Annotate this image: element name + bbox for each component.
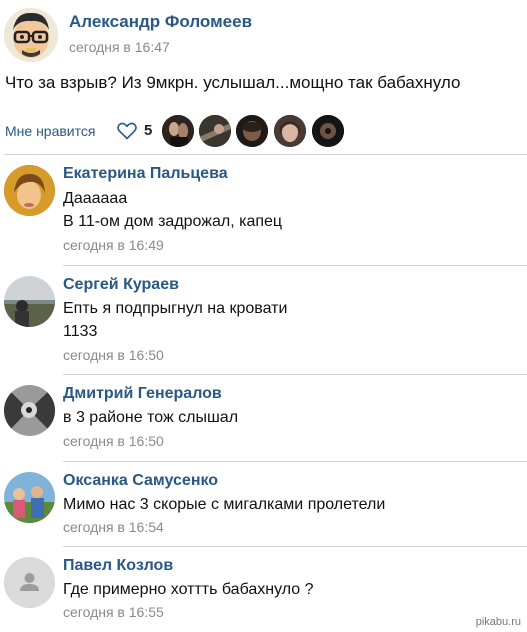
comment-author[interactable]: Сергей Кураев bbox=[63, 276, 179, 294]
liker-photo-icon bbox=[162, 115, 194, 147]
comment-text-line: Епть я подпрыгнул на кровати bbox=[63, 300, 288, 317]
comment-text-line: 1133 bbox=[63, 323, 98, 340]
likes-row: Мне нравится 5 bbox=[4, 115, 524, 151]
post-text: Что за взрыв? Из 9мкрн. услышал...мощно … bbox=[5, 73, 461, 92]
photo-avatar-bw-icon bbox=[4, 385, 55, 436]
comment-text-line: Мимо нас 3 скорые с мигалками пролетели bbox=[63, 496, 386, 513]
comment-timestamp[interactable]: сегодня в 16:49 bbox=[63, 237, 164, 253]
liker-avatar[interactable] bbox=[162, 115, 194, 147]
comment-author[interactable]: Дмитрий Генералов bbox=[63, 385, 222, 403]
comment-timestamp[interactable]: сегодня в 16:54 bbox=[63, 519, 164, 535]
photo-avatar-landscape-icon bbox=[4, 276, 55, 327]
like-button[interactable]: Мне нравится bbox=[5, 123, 95, 139]
likes-count: 5 bbox=[144, 122, 153, 139]
comment-text-line: В 11-ом дом задрожал, капец bbox=[63, 213, 283, 230]
liker-avatar[interactable] bbox=[199, 115, 231, 147]
commenter-avatar[interactable] bbox=[4, 472, 55, 523]
commenter-avatar[interactable] bbox=[4, 385, 55, 436]
commenter-avatar[interactable] bbox=[4, 165, 55, 216]
comment-item: Екатерина Пальцева Даааааа В 11-ом дом з… bbox=[0, 155, 527, 265]
cartoon-avatar-icon bbox=[4, 8, 58, 62]
comment-item: Павел Козлов Где примерно хоттть бабахну… bbox=[0, 547, 527, 632]
commenter-avatar[interactable] bbox=[4, 276, 55, 327]
liker-photo-icon bbox=[312, 115, 344, 147]
comment-text-line: в 3 районе тож слышал bbox=[63, 409, 239, 426]
liker-avatar[interactable] bbox=[312, 115, 344, 147]
comment-timestamp[interactable]: сегодня в 16:55 bbox=[63, 604, 164, 620]
photo-avatar-group-icon bbox=[4, 472, 55, 523]
default-user-icon bbox=[4, 557, 55, 608]
commenter-avatar[interactable] bbox=[4, 557, 55, 608]
photo-avatar-woman-icon bbox=[4, 165, 55, 216]
liker-avatar[interactable] bbox=[236, 115, 268, 147]
comment-item: Оксанка Самусенко Мимо нас 3 скорые с ми… bbox=[0, 462, 527, 546]
post-header: Александр Фоломеев сегодня в 16:47 bbox=[0, 0, 527, 66]
comment-text-line: Даааааа bbox=[63, 190, 128, 207]
comment-item: Дмитрий Генералов в 3 районе тож слышал … bbox=[0, 375, 527, 461]
liker-photo-icon bbox=[236, 115, 268, 147]
liker-avatar[interactable] bbox=[274, 115, 306, 147]
comment-author[interactable]: Павел Козлов bbox=[63, 557, 173, 575]
heart-outline-icon[interactable] bbox=[117, 122, 137, 140]
watermark: pikabu.ru bbox=[475, 616, 521, 628]
liker-photo-icon bbox=[274, 115, 306, 147]
comment-text-line: Где примерно хоттть бабахнуло ? bbox=[63, 581, 314, 598]
comment-author[interactable]: Оксанка Самусенко bbox=[63, 472, 218, 490]
comment-timestamp[interactable]: сегодня в 16:50 bbox=[63, 433, 164, 449]
author-avatar[interactable] bbox=[4, 8, 58, 62]
post-author-name[interactable]: Александр Фоломеев bbox=[69, 12, 252, 32]
comment-timestamp[interactable]: сегодня в 16:50 bbox=[63, 347, 164, 363]
post-timestamp[interactable]: сегодня в 16:47 bbox=[69, 39, 170, 55]
liker-photo-icon bbox=[199, 115, 231, 147]
comment-item: Сергей Кураев Епть я подпрыгнул на крова… bbox=[0, 266, 527, 374]
comment-author[interactable]: Екатерина Пальцева bbox=[63, 165, 228, 183]
